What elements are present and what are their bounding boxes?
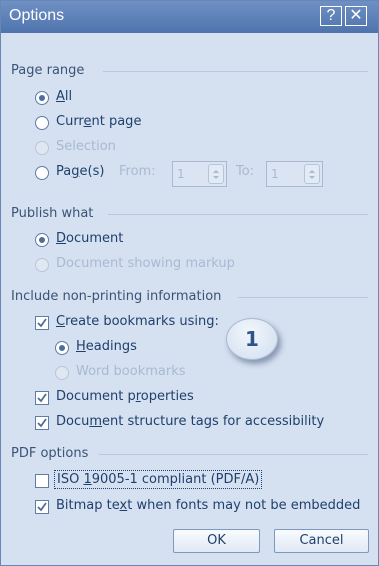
from-spinner-arrows-icon[interactable] — [208, 164, 224, 184]
label-current-page: Current page — [56, 114, 142, 129]
dialog-title: Options — [9, 7, 65, 24]
help-icon: ? — [326, 7, 336, 24]
checkbox-iso[interactable] — [35, 474, 49, 488]
checkbox-structure-tags[interactable] — [35, 416, 49, 430]
publish-what-legend: Publish what — [11, 206, 94, 221]
from-spinner[interactable]: 1 — [172, 161, 227, 187]
label-all: All — [56, 89, 73, 104]
page-range-divider — [103, 71, 368, 72]
label-headings: Headings — [76, 339, 137, 354]
help-button[interactable]: ? — [320, 6, 342, 26]
checkmark-icon — [37, 502, 47, 512]
checkbox-bitmap-text[interactable] — [35, 500, 49, 514]
non-printing-divider — [238, 297, 368, 298]
options-dialog: Options ? ✕ Page range All Current page … — [0, 0, 379, 566]
label-document-properties: Document properties — [56, 389, 194, 404]
radio-all[interactable] — [35, 91, 49, 105]
radio-selected-dot — [59, 345, 65, 351]
ok-button[interactable]: OK — [173, 529, 260, 553]
radio-selection[interactable] — [35, 141, 49, 155]
close-icon: ✕ — [349, 7, 363, 24]
label-selection: Selection — [56, 139, 116, 154]
title-bar: Options ? ✕ — [1, 1, 378, 33]
label-structure-tags: Document structure tags for accessibilit… — [56, 414, 325, 429]
checkbox-create-bookmarks[interactable] — [35, 316, 49, 330]
page-range-legend: Page range — [11, 63, 85, 78]
radio-document[interactable] — [35, 233, 49, 247]
checkmark-icon — [37, 393, 47, 403]
close-button[interactable]: ✕ — [345, 6, 367, 26]
cancel-button[interactable]: Cancel — [274, 529, 369, 553]
from-value: 1 — [177, 167, 185, 181]
radio-selected-dot — [39, 95, 45, 101]
checkmark-icon — [37, 418, 47, 428]
radio-pages[interactable] — [35, 166, 49, 180]
checkmark-icon — [37, 318, 47, 328]
radio-document-markup[interactable] — [35, 258, 49, 272]
callout-number: 1 — [245, 327, 259, 351]
pdf-options-divider — [99, 454, 368, 455]
non-printing-legend: Include non-printing information — [11, 289, 222, 304]
to-spinner[interactable]: 1 — [266, 161, 323, 187]
from-label: From: — [119, 164, 156, 179]
label-pages: Page(s) — [56, 164, 105, 179]
pdf-options-legend: PDF options — [11, 446, 89, 461]
dialog-content: Page range All Current page Selection Pa… — [1, 33, 378, 565]
label-document-markup: Document showing markup — [56, 256, 235, 271]
checkbox-document-properties[interactable] — [35, 391, 49, 405]
radio-word-bookmarks[interactable] — [55, 366, 69, 380]
to-spinner-arrows-icon[interactable] — [304, 164, 320, 184]
label-create-bookmarks: Create bookmarks using: — [56, 314, 219, 329]
radio-headings[interactable] — [55, 341, 69, 355]
radio-current-page[interactable] — [35, 116, 49, 130]
label-word-bookmarks: Word bookmarks — [76, 364, 186, 379]
to-value: 1 — [271, 167, 279, 181]
to-label: To: — [236, 164, 255, 179]
radio-selected-dot — [39, 237, 45, 243]
label-iso: ISO 19005-1 compliant (PDF/A) — [54, 470, 263, 489]
publish-what-divider — [108, 214, 368, 215]
label-bitmap-text: Bitmap text when fonts may not be embedd… — [56, 498, 361, 513]
label-document: Document — [56, 231, 124, 246]
callout-badge: 1 — [226, 318, 278, 360]
